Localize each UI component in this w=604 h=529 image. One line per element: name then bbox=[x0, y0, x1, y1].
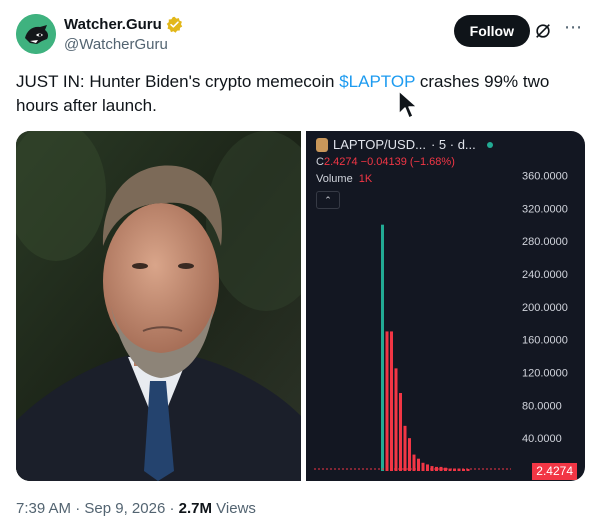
avatar[interactable] bbox=[16, 14, 56, 54]
tweet-time[interactable]: 7:39 AM bbox=[16, 500, 71, 517]
more-icon[interactable]: ⋯ bbox=[562, 18, 584, 40]
separator-dot: · bbox=[169, 500, 175, 517]
chart-candle bbox=[394, 368, 398, 471]
y-tick-label: 120.0000 bbox=[522, 367, 568, 379]
chart-candle bbox=[421, 462, 425, 471]
mouse-cursor-icon bbox=[398, 90, 418, 119]
y-tick-label: 40.0000 bbox=[522, 433, 562, 445]
chart-candle bbox=[403, 425, 407, 471]
views-label: Views bbox=[216, 500, 256, 517]
dog-head-icon bbox=[16, 14, 56, 54]
separator-dot: · bbox=[75, 500, 81, 517]
y-tick-label: 160.0000 bbox=[522, 335, 568, 347]
chart-candle bbox=[399, 393, 402, 471]
y-tick-label: 240.0000 bbox=[522, 269, 568, 281]
y-tick-label: 280.0000 bbox=[522, 236, 568, 248]
price-chart[interactable]: LAPTOP/USD... · 5 · d... C2.4274 −0.0413… bbox=[306, 131, 585, 481]
last-price-tag: 2.4274 bbox=[532, 463, 577, 480]
tweet-text-part: JUST IN: Hunter Biden's crypto memecoin bbox=[16, 72, 340, 91]
photo-portrait[interactable] bbox=[16, 131, 301, 481]
tweet-meta: 7:39 AM · Sep 9, 2026 · 2.7M Views bbox=[16, 500, 256, 517]
chart-candle bbox=[390, 331, 393, 471]
chart-candle bbox=[426, 464, 429, 471]
chart-plot: 360.0000 320.0000 280.0000 240.0000 200.0000… bbox=[314, 170, 568, 471]
grok-icon[interactable] bbox=[534, 22, 552, 40]
portrait-image bbox=[16, 131, 301, 481]
y-tick-label: 80.0000 bbox=[522, 400, 562, 412]
tweet-text: JUST IN: Hunter Biden's crypto memecoin … bbox=[16, 70, 586, 118]
y-tick-label: 360.0000 bbox=[522, 170, 568, 182]
chart-candle bbox=[385, 331, 389, 471]
tweet-date[interactable]: Sep 9, 2026 bbox=[84, 500, 165, 517]
chart-candle bbox=[408, 438, 411, 471]
verified-badge-icon bbox=[166, 16, 183, 33]
tweet-header: Watcher.Guru @WatcherGuru Follow ⋯ bbox=[16, 14, 588, 62]
media-grid: LAPTOP/USD... · 5 · d... C2.4274 −0.0413… bbox=[16, 131, 585, 481]
author-handle[interactable]: @WatcherGuru bbox=[64, 36, 183, 53]
y-tick-label: 320.0000 bbox=[522, 203, 568, 215]
author-display-name[interactable]: Watcher.Guru bbox=[64, 16, 162, 33]
chart-candle bbox=[381, 224, 384, 471]
views-count: 2.7M bbox=[178, 500, 212, 517]
cashtag-link[interactable]: $LAPTOP bbox=[339, 72, 415, 91]
y-tick-label: 200.0000 bbox=[522, 302, 568, 314]
follow-button[interactable]: Follow bbox=[453, 15, 530, 47]
